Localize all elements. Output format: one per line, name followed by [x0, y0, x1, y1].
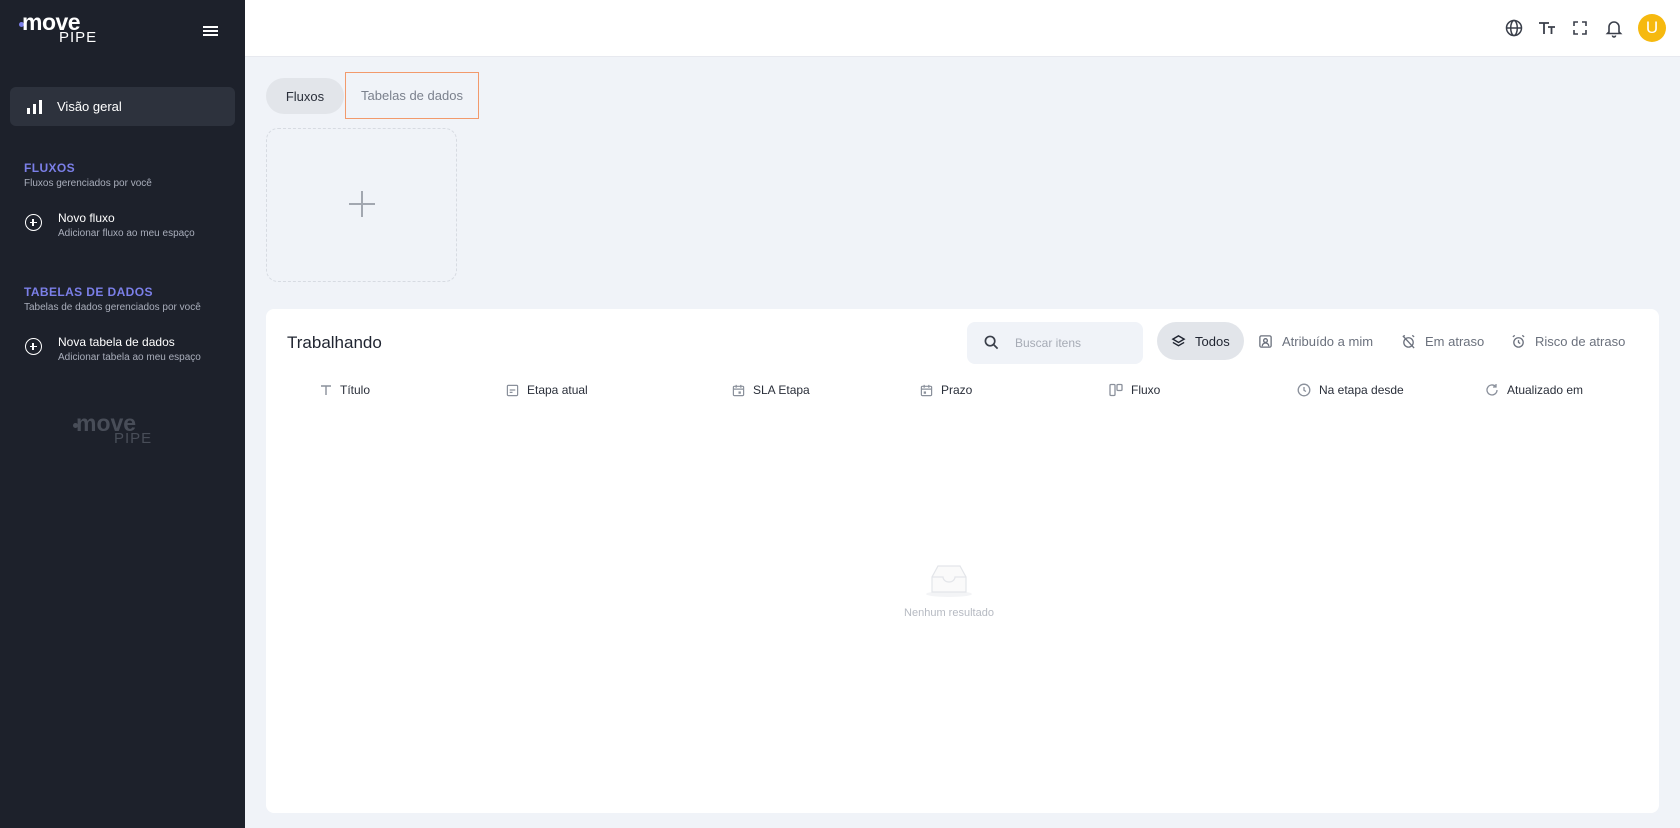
new-flow-label: Novo fluxo — [58, 211, 115, 225]
filter-label: Todos — [1195, 334, 1230, 349]
refresh-icon — [1485, 383, 1499, 397]
filter-label: Em atraso — [1425, 334, 1484, 349]
plus-icon — [361, 191, 363, 217]
new-flow-sub: Adicionar fluxo ao meu espaço — [58, 228, 195, 239]
new-table-sub: Adicionar tabela ao meu espaço — [58, 352, 201, 363]
search-placeholder: Buscar itens — [1015, 336, 1081, 350]
bar-chart-icon — [27, 100, 43, 114]
alarm-off-icon — [1401, 334, 1416, 349]
column-label: Fluxo — [1131, 383, 1160, 397]
column-current-stage[interactable]: Etapa atual — [506, 383, 588, 397]
search-input[interactable]: Buscar itens — [967, 322, 1143, 364]
working-panel: Trabalhando Buscar itens Todos Atribuído… — [266, 309, 1659, 813]
footer-logo: move PIPE — [72, 413, 152, 447]
empty-state: Nenhum resultado — [894, 564, 1004, 619]
column-sla-stage[interactable]: SLA Etapa — [732, 383, 810, 397]
column-deadline[interactable]: Prazo — [920, 383, 972, 397]
tables-section-subtitle: Tabelas de dados gerenciados por você — [24, 302, 201, 313]
inbox-icon — [924, 564, 974, 598]
column-label: Na etapa desde — [1319, 383, 1404, 397]
clock-icon — [1297, 383, 1311, 397]
filter-all[interactable]: Todos — [1157, 322, 1244, 360]
assigned-icon — [1258, 334, 1273, 349]
logo-pipe: PIPE — [114, 430, 152, 447]
plus-circle-icon — [25, 214, 42, 231]
filter-at-risk[interactable]: Risco de atraso — [1511, 322, 1625, 360]
top-bar — [245, 0, 1680, 57]
column-in-stage-since[interactable]: Na etapa desde — [1297, 383, 1404, 397]
logo[interactable]: move PIPE — [18, 12, 98, 46]
add-flow-card[interactable] — [266, 128, 457, 282]
tables-section-title: TABELAS DE DADOS — [24, 285, 153, 299]
filter-overdue[interactable]: Em atraso — [1401, 322, 1484, 360]
calendar-icon — [920, 384, 933, 397]
plus-circle-icon — [25, 338, 42, 355]
user-avatar[interactable]: U — [1638, 14, 1666, 42]
column-label: Atualizado em — [1507, 383, 1583, 397]
globe-icon[interactable] — [1504, 18, 1524, 38]
logo-pipe: PIPE — [59, 29, 97, 46]
column-label: Prazo — [941, 383, 972, 397]
new-flow-button[interactable]: Novo fluxo Adicionar fluxo ao meu espaço — [24, 211, 234, 245]
flows-section-title: FLUXOS — [24, 161, 75, 175]
new-table-button[interactable]: Nova tabela de dados Adicionar tabela ao… — [24, 335, 234, 369]
column-label: Etapa atual — [527, 383, 588, 397]
sidebar: move PIPE Visão geral FLUXOS Fluxos gere… — [0, 0, 245, 828]
empty-state-text: Nenhum resultado — [894, 607, 1004, 619]
column-label: Título — [340, 383, 370, 397]
working-title: Trabalhando — [287, 333, 382, 353]
tab-data-tables[interactable]: Tabelas de dados — [345, 72, 479, 119]
text-size-icon[interactable] — [1537, 18, 1557, 38]
column-title[interactable]: Título — [320, 383, 370, 397]
filter-assigned[interactable]: Atribuído a mim — [1258, 322, 1373, 360]
column-flow[interactable]: Fluxo — [1109, 383, 1160, 397]
new-table-label: Nova tabela de dados — [58, 335, 175, 349]
tab-flows[interactable]: Fluxos — [266, 78, 344, 114]
search-icon — [984, 335, 999, 350]
stage-icon — [506, 384, 519, 397]
layers-icon — [1171, 334, 1186, 349]
text-icon — [320, 384, 332, 396]
board-icon — [1109, 383, 1123, 397]
bell-icon[interactable] — [1604, 18, 1624, 38]
calendar-icon — [732, 384, 745, 397]
filter-label: Atribuído a mim — [1282, 334, 1373, 349]
filter-label: Risco de atraso — [1535, 334, 1625, 349]
column-updated-at[interactable]: Atualizado em — [1485, 383, 1583, 397]
column-label: SLA Etapa — [753, 383, 810, 397]
sidebar-item-overview[interactable]: Visão geral — [10, 87, 235, 126]
fullscreen-icon[interactable] — [1570, 18, 1590, 38]
menu-toggle-icon[interactable] — [203, 26, 218, 38]
sidebar-item-label: Visão geral — [57, 99, 122, 114]
flows-section-subtitle: Fluxos gerenciados por você — [24, 178, 152, 189]
alarm-icon — [1511, 334, 1526, 349]
